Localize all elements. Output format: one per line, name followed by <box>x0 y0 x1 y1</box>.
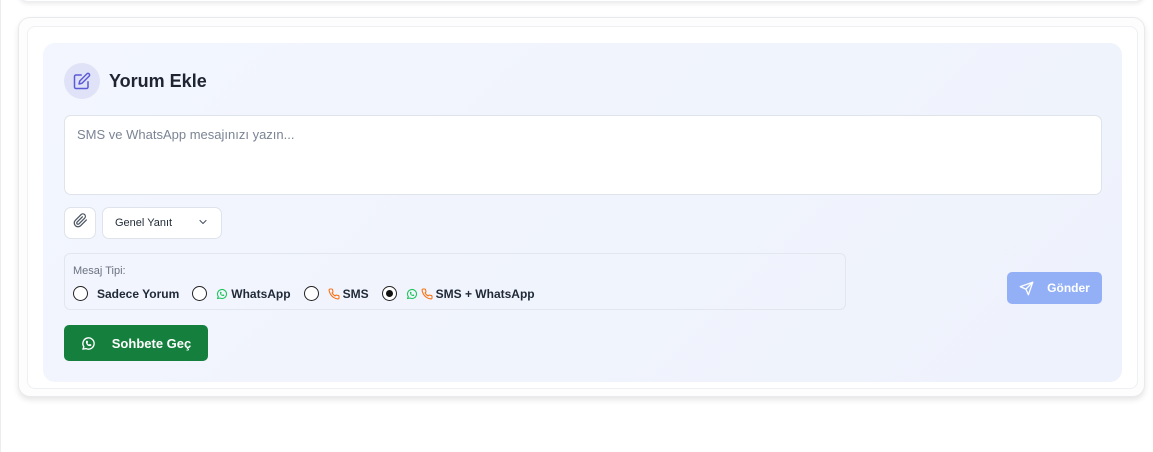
edit-icon <box>64 63 100 99</box>
paperclip-icon <box>73 213 88 233</box>
whatsapp-icon <box>81 336 96 351</box>
option-label: SMS + WhatsApp <box>435 286 535 301</box>
panel-title: Yorum Ekle <box>109 70 207 91</box>
option-comment-only[interactable]: Sadece Yorum <box>73 286 179 301</box>
switch-to-chat-button[interactable]: Sohbete Geç <box>64 325 208 361</box>
option-label: SMS <box>342 286 369 301</box>
send-icon <box>1019 281 1034 296</box>
send-button-label: Gönder <box>1047 281 1090 295</box>
previous-card-edge <box>18 0 1145 2</box>
radio-sms[interactable] <box>303 286 319 301</box>
template-select-value: Genel Yanıt <box>115 217 173 229</box>
radio-sms-whatsapp[interactable] <box>381 286 397 301</box>
switch-to-chat-label: Sohbete Geç <box>111 335 192 351</box>
phone-icon <box>421 287 433 300</box>
option-sms[interactable]: SMS <box>303 286 369 301</box>
comment-card: Yorum Ekle Genel Yanıt Mesaj Tipi: <box>18 17 1145 397</box>
phone-icon <box>328 287 340 300</box>
comment-card-inner: Yorum Ekle Genel Yanıt Mesaj Tipi: <box>27 26 1138 389</box>
whatsapp-icon <box>406 288 418 300</box>
message-type-label: Mesaj Tipi: <box>73 265 126 277</box>
send-button[interactable]: Gönder <box>1007 272 1102 304</box>
message-type-options: Sadece Yorum WhatsApp SMS SMS + WhatsApp <box>73 286 548 301</box>
radio-comment-only[interactable] <box>73 286 88 301</box>
message-type-group: Mesaj Tipi: Sadece Yorum WhatsApp SMS SM… <box>64 253 846 310</box>
whatsapp-icon <box>216 288 228 300</box>
panel-header: Yorum Ekle <box>64 63 207 99</box>
option-label: Sadece Yorum <box>97 286 180 301</box>
radio-whatsapp[interactable] <box>192 286 208 301</box>
option-sms-whatsapp[interactable]: SMS + WhatsApp <box>381 286 535 301</box>
attach-button[interactable] <box>64 207 96 239</box>
add-comment-panel: Yorum Ekle Genel Yanıt Mesaj Tipi: <box>43 43 1122 382</box>
message-textarea[interactable] <box>64 115 1102 195</box>
page-left-border <box>0 0 1 452</box>
option-whatsapp[interactable]: WhatsApp <box>192 286 291 301</box>
chevron-down-icon <box>197 216 209 231</box>
template-select[interactable]: Genel Yanıt <box>102 207 222 239</box>
option-label: WhatsApp <box>231 286 291 301</box>
